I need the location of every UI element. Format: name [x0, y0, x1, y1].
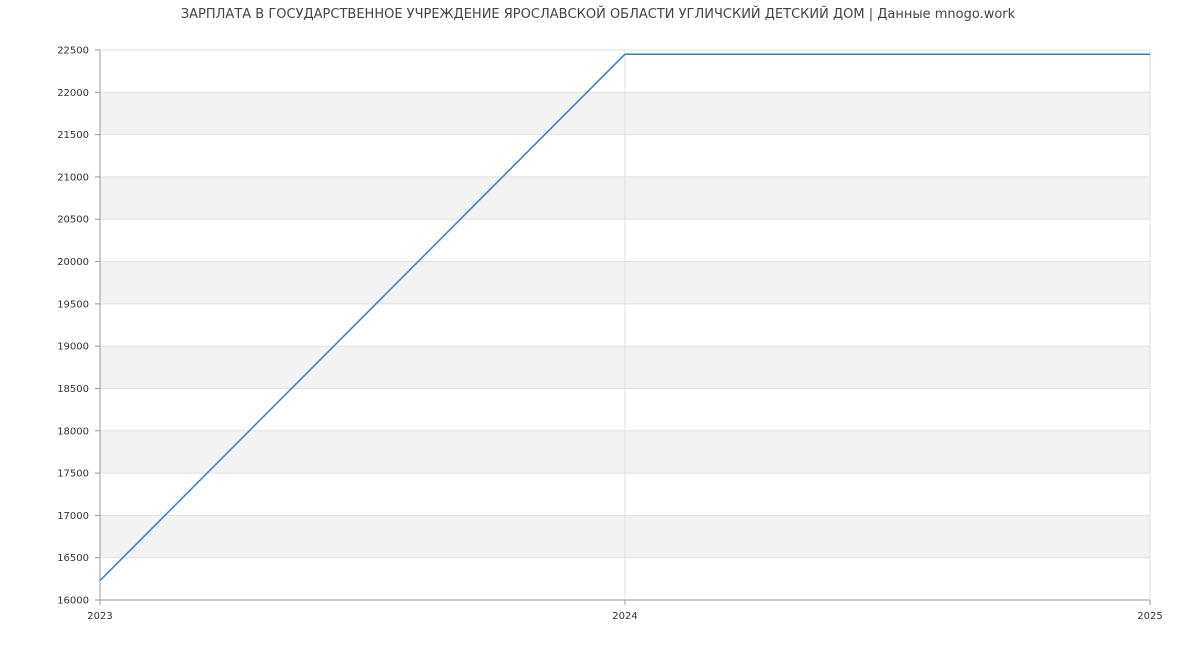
x-tick-label-2023: 2023 — [87, 611, 112, 622]
y-tick-label-19500: 19500 — [57, 299, 89, 310]
y-tick-label-20000: 20000 — [57, 257, 89, 268]
y-tick-label-21500: 21500 — [57, 130, 89, 141]
y-tick-label-20500: 20500 — [57, 215, 89, 226]
salary-line-chart: ЗАРПЛАТА В ГОСУДАРСТВЕННОЕ УЧРЕЖДЕНИЕ ЯР… — [57, 6, 1163, 622]
y-tick-label-16500: 16500 — [57, 553, 89, 564]
y-tick-label-16000: 16000 — [57, 596, 89, 607]
y-tick-label-22000: 22000 — [57, 88, 89, 99]
y-tick-label-18000: 18000 — [57, 426, 89, 437]
y-tick-label-17500: 17500 — [57, 469, 89, 480]
x-axis-ticks: 2023 2024 2025 — [87, 600, 1163, 622]
y-tick-label-21000: 21000 — [57, 172, 89, 183]
x-tick-label-2024: 2024 — [612, 611, 637, 622]
y-tick-label-22500: 22500 — [57, 46, 89, 57]
y-axis-ticks: 16000 16500 17000 17500 18000 18500 19000 19500… — [57, 46, 100, 607]
chart-title: ЗАРПЛАТА В ГОСУДАРСТВЕННОЕ УЧРЕЖДЕНИЕ ЯР… — [181, 6, 1016, 22]
y-tick-label-18500: 18500 — [57, 384, 89, 395]
x-tick-label-2025: 2025 — [1137, 611, 1162, 622]
y-tick-label-19000: 19000 — [57, 342, 89, 353]
y-tick-label-17000: 17000 — [57, 511, 89, 522]
